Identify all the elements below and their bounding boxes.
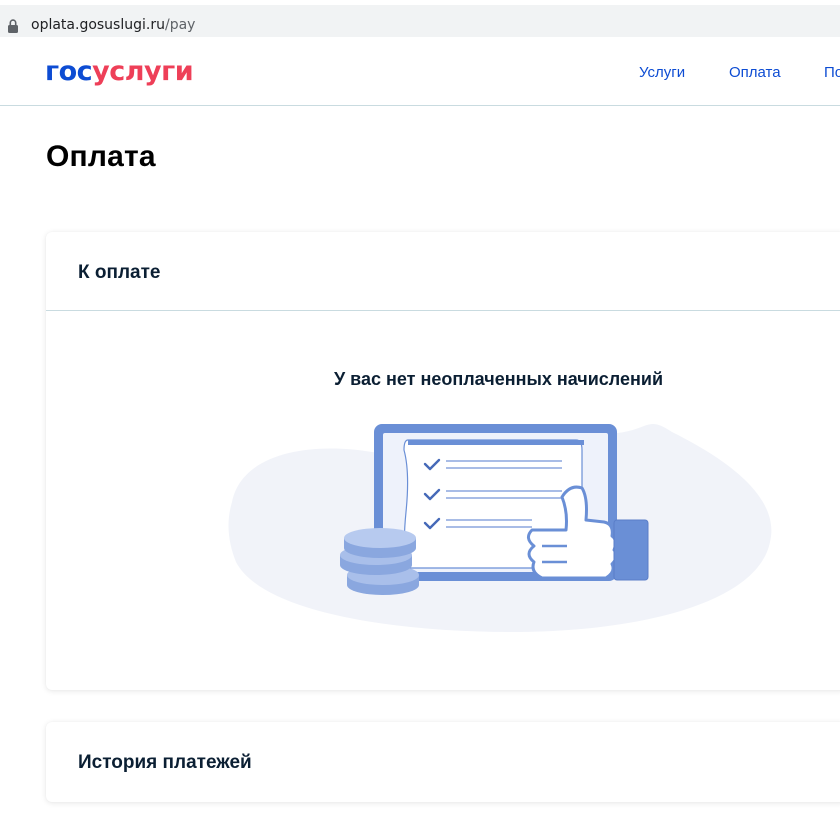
to-pay-card: К оплате У вас нет неоплаченных начислен… [46,232,840,690]
lock-icon[interactable] [7,18,19,34]
browser-address-bar: oplata.gosuslugi.ru/pay [0,0,840,42]
url-field[interactable]: oplata.gosuslugi.ru/pay [0,5,840,37]
url-host: oplata.gosuslugi.ru [31,17,165,33]
coins-stack-icon [340,528,419,595]
url-path: /pay [164,17,196,33]
payment-history-title[interactable]: История платежей [78,752,252,774]
nav-item-payment[interactable]: Оплата [729,64,781,81]
logo-part-uslugi: услуги [92,56,194,87]
to-pay-title: К оплате [78,262,161,283]
empty-state-message: У вас нет неоплаченных начислений [333,369,664,389]
page-title: Оплата [46,140,156,173]
nav-item-services[interactable]: Услуги [639,64,685,81]
site-header: госуслуги Услуги Оплата По [0,42,840,106]
url-text[interactable]: oplata.gosuslugi.ru/pay [31,17,195,33]
gosuslugi-logo[interactable]: госуслуги [45,56,194,88]
payment-history-card[interactable]: История платежей [46,722,840,802]
logo-part-gos: гос [45,56,93,87]
nav-item-support[interactable]: По [824,64,840,81]
no-charges-illustration [228,423,772,632]
card-divider [46,310,840,311]
